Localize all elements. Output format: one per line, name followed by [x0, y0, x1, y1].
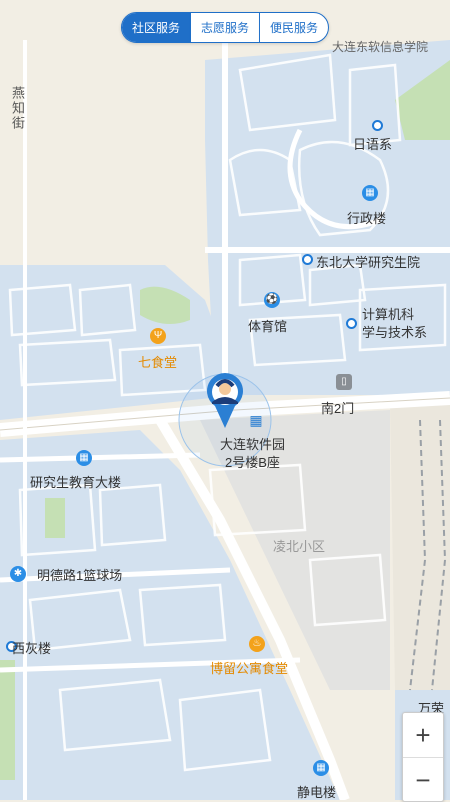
poi-dot-icon — [302, 254, 313, 265]
building-icon: ▦ — [76, 450, 92, 466]
map-label-gym[interactable]: 体育馆 — [248, 316, 287, 335]
map-label-cs-dept-line2[interactable]: 学与技术系 — [362, 322, 427, 341]
map-label-grad-school[interactable]: 东北大学研究生院 — [316, 252, 420, 271]
map-label-xihui-building[interactable]: 西灰楼 — [12, 638, 51, 657]
map-label-yanzhi-street: 燕知街 — [10, 86, 25, 131]
map-label-cs-dept-line1[interactable]: 计算机科 — [362, 304, 414, 323]
restaurant-icon: Ψ — [150, 328, 166, 344]
canteen-icon: ♨ — [249, 636, 265, 652]
zoom-out-button[interactable]: − — [403, 758, 443, 802]
zoom-in-button[interactable]: + — [403, 713, 443, 758]
tab-convenience-service[interactable]: 便民服务 — [260, 13, 328, 42]
map-label-south-gate2[interactable]: 南2门 — [321, 398, 354, 417]
green-patch — [0, 660, 15, 780]
green-patch — [45, 498, 65, 538]
map-label-softpark-line1[interactable]: 大连软件园 — [220, 434, 285, 453]
tab-community-service[interactable]: 社区服务 — [121, 13, 191, 42]
map-label-japanese-dept[interactable]: 日语系 — [353, 134, 392, 153]
map-label-top-cut: 大连东软信息学院 — [332, 40, 429, 54]
map-label-boliu-canteen[interactable]: 博留公寓食堂 — [210, 658, 288, 677]
map-label-jingdian-building[interactable]: 静电楼 — [297, 782, 336, 801]
gym-icon: ⚽ — [264, 292, 280, 308]
building-icon: ▦ — [249, 412, 263, 428]
building-icon: ▦ — [313, 760, 329, 776]
map-label-softpark-line2[interactable]: 2号楼B座 — [225, 452, 280, 471]
gate-icon: ▯ — [336, 374, 352, 390]
map-label-mingde-court[interactable]: 明德路1篮球场 — [37, 565, 122, 584]
map-label-grad-edu-building[interactable]: 研究生教育大楼 — [30, 472, 121, 491]
service-tabs: 社区服务 志愿服务 便民服务 — [120, 12, 330, 43]
map-label-lingbei[interactable]: 凌北小区 — [273, 536, 325, 555]
poi-dot-icon — [346, 318, 357, 329]
building-icon: ▦ — [362, 185, 378, 201]
poi-dot-icon — [372, 120, 383, 131]
tab-volunteer-service[interactable]: 志愿服务 — [191, 13, 261, 42]
map-canvas[interactable] — [0, 0, 450, 800]
map-label-admin-building[interactable]: 行政楼 — [347, 208, 386, 227]
map-label-canteen7[interactable]: 七食堂 — [138, 352, 177, 371]
basketball-icon: ✱ — [10, 566, 26, 582]
zoom-control: + − — [402, 712, 444, 802]
